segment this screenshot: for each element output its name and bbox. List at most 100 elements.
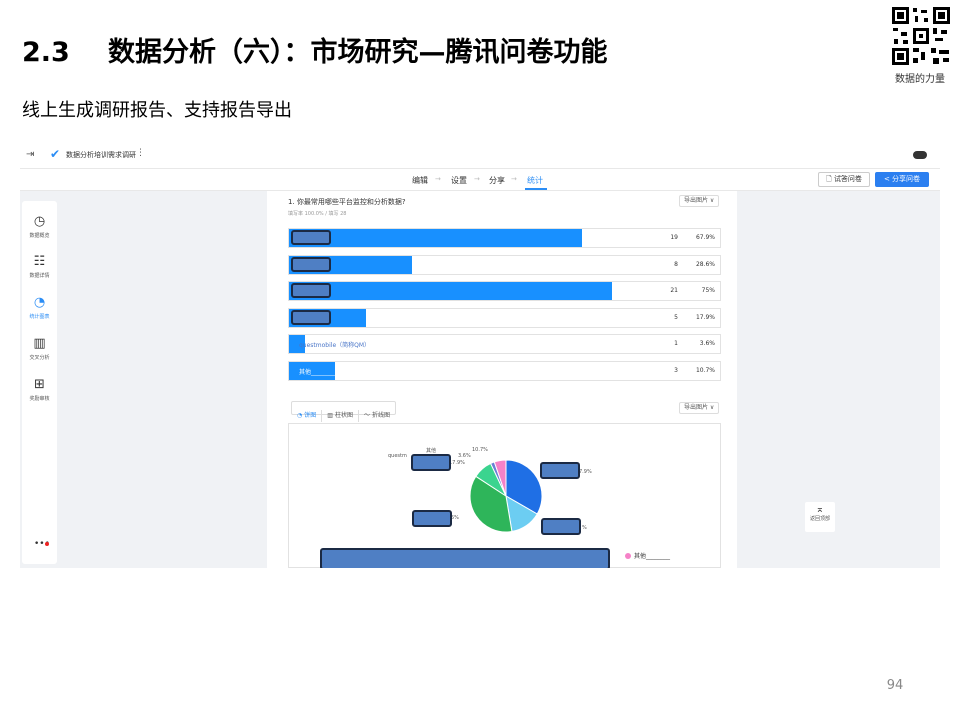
slide-title: 2.3 数据分析（六）：市场研究—腾讯问卷功能 bbox=[22, 30, 608, 69]
avatar[interactable] bbox=[913, 151, 927, 159]
page-number: 94 bbox=[886, 678, 904, 693]
option-count: 8 bbox=[674, 261, 678, 268]
sidebar-item-details[interactable]: ☷ 数据详情 bbox=[22, 254, 57, 279]
sidebar-item-cross-analysis[interactable]: ▥ 交叉分析 bbox=[22, 336, 57, 361]
option-percent: 3.6% bbox=[699, 340, 715, 347]
section-number: 2.3 bbox=[22, 37, 70, 68]
sidebar-item-label: 数据概览 bbox=[29, 233, 50, 239]
tab-pie-chart[interactable]: ◔ 饼图 bbox=[292, 410, 323, 422]
step-stats[interactable]: 统计 bbox=[527, 175, 543, 186]
pie-annotation: % bbox=[582, 525, 587, 531]
survey-report-screenshot: ⇥ ✔ 数据分析培训需求调研 ⋮ 编辑 → 设置 → 分享 → 统计 🗋 试答问… bbox=[20, 141, 940, 568]
tab-label: 饼图 bbox=[304, 412, 317, 419]
tab-line-chart[interactable]: 〜折线图 bbox=[359, 410, 395, 422]
step-navbar: 编辑 → 设置 → 分享 → 统计 🗋 试答问卷 < 分享问卷 bbox=[20, 169, 940, 191]
pie-chart-panel: 其他 10.7% questm 3.6% 17.9% 7.9% 5% % 其他_… bbox=[288, 423, 721, 568]
tab-label: 柱状图 bbox=[334, 412, 353, 419]
option-count: 5 bbox=[674, 314, 678, 321]
option-percent: 10.7% bbox=[695, 367, 715, 374]
survey-logo-icon: ✔ bbox=[50, 147, 61, 161]
preview-survey-button[interactable]: 🗋 试答问卷 bbox=[818, 172, 870, 187]
option-label: 其他________ bbox=[299, 369, 336, 376]
stats-content: 1. 你最常用哪些平台监控和分析数据? 填写率 100.0% / 填写 28 导… bbox=[267, 191, 737, 568]
option-bar-row: 8 28.6% bbox=[288, 255, 721, 275]
sidebar-item-label: 统计图表 bbox=[29, 314, 50, 320]
redaction-box bbox=[291, 230, 331, 245]
share-survey-button[interactable]: < 分享问卷 bbox=[875, 172, 929, 187]
option-bar-row: questmobile（简称QM） 1 3.6% bbox=[288, 334, 721, 354]
app-topbar: ⇥ ✔ 数据分析培训需求调研 ⋮ bbox=[20, 141, 940, 169]
sidebar-item-rewards[interactable]: ⊞ 奖励审核 bbox=[22, 377, 57, 402]
pie-annotation: 3.6% bbox=[458, 453, 471, 459]
step-separator: → bbox=[474, 175, 480, 183]
option-count: 3 bbox=[674, 367, 678, 374]
document-icon: 🗋 bbox=[826, 175, 832, 183]
option-bar-row: 5 17.9% bbox=[288, 308, 721, 328]
legend-swatch bbox=[625, 553, 631, 559]
active-step-indicator bbox=[525, 188, 547, 190]
redaction-box bbox=[291, 257, 331, 272]
slide-subtitle: 线上生成调研报告、支持报告导出 bbox=[22, 100, 292, 121]
pie-annotation: 5% bbox=[451, 515, 459, 521]
option-bar-row: 21 75% bbox=[288, 281, 721, 301]
option-percent: 67.9% bbox=[695, 234, 715, 241]
legend-label: 其他________ bbox=[634, 553, 671, 560]
pie-annotation: 其他 bbox=[426, 448, 437, 454]
option-bar-row: 其他________ 3 10.7% bbox=[288, 361, 721, 381]
chart-type-tabs: ◔ 饼图 ▥ 柱状图〜折线图 bbox=[291, 401, 396, 422]
option-percent: 75% bbox=[701, 287, 715, 294]
legend-item[interactable]: 其他________ bbox=[625, 551, 670, 560]
bar-chart-icon: ▥ bbox=[327, 412, 333, 419]
bar-chart-icon: ▥ bbox=[33, 336, 46, 351]
tab-bar-chart[interactable]: ▥ 柱状图 bbox=[322, 410, 359, 422]
redaction-box bbox=[291, 310, 331, 325]
gift-icon: ⊞ bbox=[34, 377, 45, 392]
slide-title-text: 数据分析（六）：市场研究—腾讯问卷功能 bbox=[108, 37, 608, 68]
notification-dot bbox=[45, 542, 49, 546]
pie-chart-icon: ◔ bbox=[297, 412, 303, 419]
option-bar-fill bbox=[289, 282, 613, 300]
pie-chart-icon: ◔ bbox=[33, 295, 46, 310]
sidebar-item-label: 交叉分析 bbox=[29, 355, 50, 361]
qr-code-icon bbox=[891, 6, 951, 66]
option-percent: 28.6% bbox=[695, 261, 715, 268]
details-icon: ☷ bbox=[33, 254, 46, 269]
export-image-button[interactable]: 导出图片 ∨ bbox=[679, 402, 720, 414]
redaction-box bbox=[320, 548, 610, 568]
redaction-box bbox=[540, 462, 580, 479]
arrow-up-icon: ⌅ bbox=[815, 504, 825, 515]
qr-caption: 数据的力量 bbox=[895, 74, 945, 85]
step-edit[interactable]: 编辑 bbox=[412, 175, 428, 186]
sidebar-item-label: 数据详情 bbox=[29, 273, 50, 279]
option-bar-fill bbox=[289, 229, 582, 247]
step-settings[interactable]: 设置 bbox=[451, 175, 467, 186]
sidebar-item-label: 奖励审核 bbox=[29, 396, 50, 402]
redaction-box bbox=[411, 454, 451, 471]
more-icon[interactable]: ⋮ bbox=[136, 148, 145, 158]
back-to-top-button[interactable]: ⌅ 返回顶部 bbox=[805, 502, 835, 532]
step-separator: → bbox=[435, 175, 441, 183]
pie-annotation: questm bbox=[388, 453, 407, 459]
stats-sidebar: ◷ 数据概览 ☷ 数据详情 ◔ 统计图表 ▥ 交叉分析 ⊞ 奖励审核 ••• bbox=[22, 201, 57, 564]
option-count: 1 bbox=[674, 340, 678, 347]
sidebar-item-charts[interactable]: ◔ 统计图表 bbox=[22, 295, 57, 320]
sidebar-item-overview[interactable]: ◷ 数据概览 bbox=[22, 214, 57, 239]
question-meta: 填写率 100.0% / 填写 28 bbox=[288, 211, 347, 217]
option-bar-row: 19 67.9% bbox=[288, 228, 721, 248]
share-survey-label: 分享问卷 bbox=[892, 175, 921, 183]
survey-name[interactable]: 数据分析培训需求调研 bbox=[66, 150, 136, 160]
option-label: questmobile（简称QM） bbox=[299, 342, 371, 349]
export-image-button[interactable]: 导出图片 ∨ bbox=[679, 195, 720, 207]
share-icon: < bbox=[883, 175, 890, 183]
line-chart-icon: 〜 bbox=[363, 412, 370, 419]
pie-annotation: 10.7% bbox=[472, 447, 488, 453]
option-percent: 17.9% bbox=[695, 314, 715, 321]
exit-icon[interactable]: ⇥ bbox=[26, 149, 34, 160]
question-title: 1. 你最常用哪些平台监控和分析数据? bbox=[288, 198, 406, 206]
pie-annotation: 17.9% bbox=[449, 460, 465, 466]
step-separator: → bbox=[511, 175, 517, 183]
redaction-box bbox=[291, 283, 331, 298]
preview-survey-label: 试答问卷 bbox=[833, 175, 862, 183]
step-share[interactable]: 分享 bbox=[489, 175, 505, 186]
pie-chart bbox=[469, 459, 543, 533]
